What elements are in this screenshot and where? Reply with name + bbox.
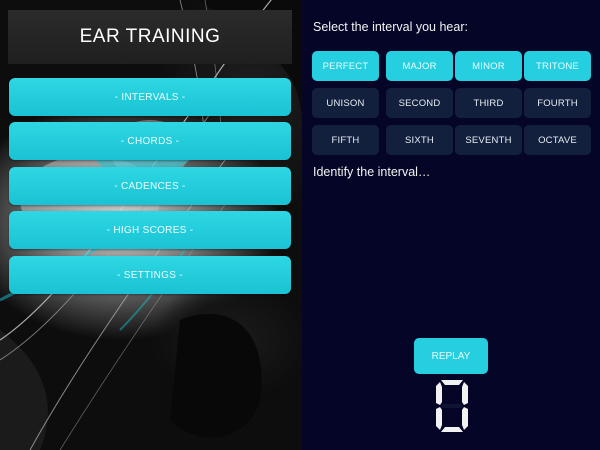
status-text: Identify the interval… xyxy=(313,165,431,179)
quality-perfect-button[interactable]: PERFECT xyxy=(312,51,379,81)
interval-third-button[interactable]: THIRD xyxy=(455,88,522,118)
quality-major-button[interactable]: MAJOR xyxy=(386,51,453,81)
segment-d xyxy=(441,427,463,432)
interval-fourth-button[interactable]: FOURTH xyxy=(524,88,591,118)
segment-c xyxy=(462,407,468,430)
replay-button[interactable]: REPLAY xyxy=(414,338,488,374)
menu-settings-button[interactable]: - SETTINGS - xyxy=(9,256,291,294)
quiz-prompt: Select the interval you hear: xyxy=(313,20,468,34)
segment-f xyxy=(436,382,442,405)
interval-sixth-button[interactable]: SIXTH xyxy=(386,125,453,155)
score-display xyxy=(436,380,468,432)
segment-g xyxy=(441,404,463,408)
menu-chords-button[interactable]: - CHORDS - xyxy=(9,122,291,160)
segment-a xyxy=(441,380,463,385)
menu-panel: EAR TRAINING - INTERVALS - - CHORDS - - … xyxy=(0,0,302,450)
interval-octave-button[interactable]: OCTAVE xyxy=(524,125,591,155)
menu-high-scores-button[interactable]: - HIGH SCORES - xyxy=(9,211,291,249)
quiz-panel: Select the interval you hear: PERFECT MA… xyxy=(302,0,600,450)
app-title: EAR TRAINING xyxy=(79,26,221,47)
quality-tritone-button[interactable]: TRITONE xyxy=(524,51,591,81)
interval-fifth-button[interactable]: FIFTH xyxy=(312,125,379,155)
menu-cadences-button[interactable]: - CADENCES - xyxy=(9,167,291,205)
segment-e xyxy=(436,407,442,430)
app-title-bar: EAR TRAINING xyxy=(8,10,292,64)
interval-unison-button[interactable]: UNISON xyxy=(312,88,379,118)
interval-second-button[interactable]: SECOND xyxy=(386,88,453,118)
menu-intervals-button[interactable]: - INTERVALS - xyxy=(9,78,291,116)
interval-seventh-button[interactable]: SEVENTH xyxy=(455,125,522,155)
segment-b xyxy=(462,382,468,405)
quality-minor-button[interactable]: MINOR xyxy=(455,51,522,81)
